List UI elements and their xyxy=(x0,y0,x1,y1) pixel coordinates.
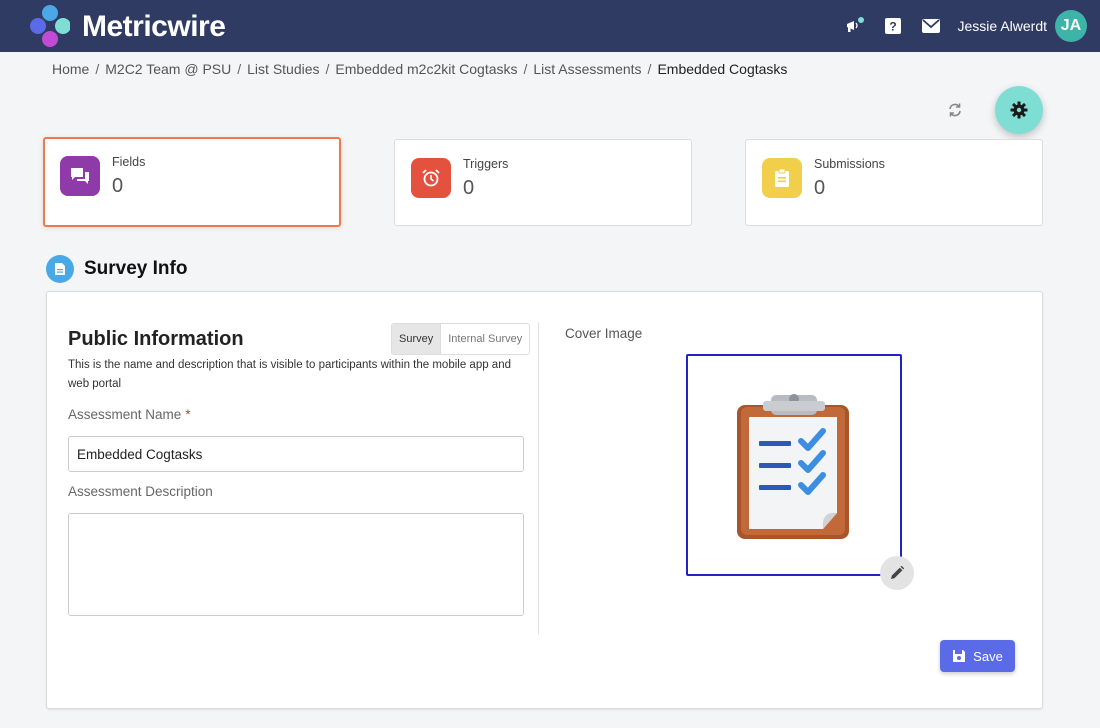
announcement-icon[interactable] xyxy=(844,15,866,37)
cover-image-label: Cover Image xyxy=(565,326,643,341)
toggle-internal-survey[interactable]: Internal Survey xyxy=(441,324,530,354)
header-actions: ? Jessie Alwerdt JA xyxy=(844,0,1100,52)
breadcrumb-list-assessments[interactable]: List Assessments xyxy=(533,61,641,77)
save-label: Save xyxy=(973,648,1003,664)
assessment-name-label-text: Assessment Name xyxy=(68,407,182,422)
breadcrumb-home[interactable]: Home xyxy=(52,61,89,77)
user-name[interactable]: Jessie Alwerdt xyxy=(958,18,1047,34)
assessment-name-input[interactable] xyxy=(68,436,524,472)
svg-text:?: ? xyxy=(889,20,896,34)
required-marker: * xyxy=(185,407,191,422)
gear-icon xyxy=(1010,101,1028,119)
top-navbar: Metricwire ? Jessie Alwerdt JA xyxy=(0,0,1100,52)
clipboard-checklist-image xyxy=(737,394,849,539)
public-info-description: This is the name and description that is… xyxy=(68,359,511,390)
settings-button[interactable] xyxy=(995,86,1043,134)
edit-cover-button[interactable] xyxy=(880,556,914,590)
fields-card[interactable]: Fields 0 xyxy=(43,137,341,227)
breadcrumb-separator: / xyxy=(325,61,330,77)
alarm-icon xyxy=(411,158,451,198)
public-info-title: Public Information xyxy=(68,328,244,350)
submissions-count: 0 xyxy=(814,177,826,199)
survey-type-toggle: Survey Internal Survey xyxy=(391,323,531,355)
breadcrumb-separator: / xyxy=(237,61,242,77)
breadcrumb-study[interactable]: Embedded m2c2kit Cogtasks xyxy=(335,61,517,77)
help-icon[interactable]: ? xyxy=(882,15,904,37)
assessment-description-label: Assessment Description xyxy=(68,484,213,499)
triggers-count: 0 xyxy=(463,177,475,199)
breadcrumb-list-studies[interactable]: List Studies xyxy=(247,61,319,77)
document-icon xyxy=(46,255,74,283)
cover-image-frame[interactable] xyxy=(686,354,902,576)
pencil-icon xyxy=(891,565,905,579)
mail-icon[interactable] xyxy=(920,15,942,37)
breadcrumb-current: Embedded Cogtasks xyxy=(657,61,788,77)
user-avatar[interactable]: JA xyxy=(1055,10,1087,42)
assessment-description-input[interactable] xyxy=(68,513,524,616)
toggle-survey[interactable]: Survey xyxy=(392,324,442,354)
breadcrumb-separator: / xyxy=(95,61,100,77)
breadcrumb: Home / M2C2 Team @ PSU / List Studies / … xyxy=(52,61,787,77)
submissions-label: Submissions xyxy=(814,157,885,171)
save-button[interactable]: Save xyxy=(940,640,1015,672)
section-title: Survey Info xyxy=(84,258,188,279)
brand-name[interactable]: Metricwire xyxy=(82,10,226,44)
floppy-disk-icon xyxy=(953,650,966,662)
triggers-card[interactable]: Triggers 0 xyxy=(394,139,692,226)
fields-label: Fields xyxy=(112,155,146,169)
breadcrumb-team[interactable]: M2C2 Team @ PSU xyxy=(105,61,231,77)
metricwire-logo[interactable] xyxy=(26,4,70,48)
breadcrumb-separator: / xyxy=(647,61,652,77)
column-divider xyxy=(538,322,539,634)
triggers-label: Triggers xyxy=(463,157,509,171)
refresh-icon[interactable] xyxy=(944,99,966,121)
survey-info-panel: Public Information Survey Internal Surve… xyxy=(46,291,1043,709)
forum-icon xyxy=(60,156,100,196)
assessment-name-label: Assessment Name * xyxy=(68,407,191,422)
breadcrumb-separator: / xyxy=(523,61,528,77)
submissions-card[interactable]: Submissions 0 xyxy=(745,139,1043,226)
survey-info-heading: Survey Info xyxy=(46,255,187,283)
clipboard-icon xyxy=(762,158,802,198)
fields-count: 0 xyxy=(112,175,124,197)
